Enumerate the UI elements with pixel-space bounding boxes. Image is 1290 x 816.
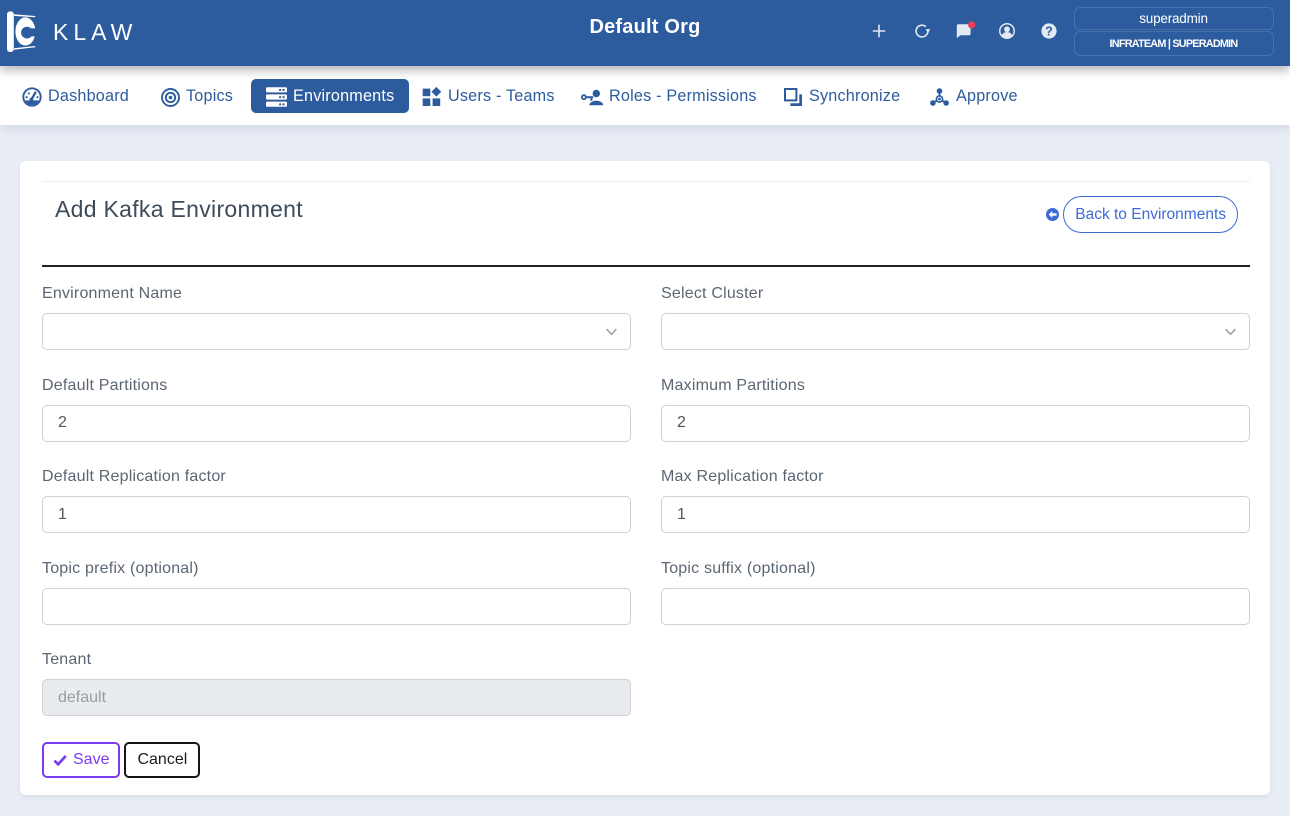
svg-text:?: ?: [1045, 24, 1053, 38]
